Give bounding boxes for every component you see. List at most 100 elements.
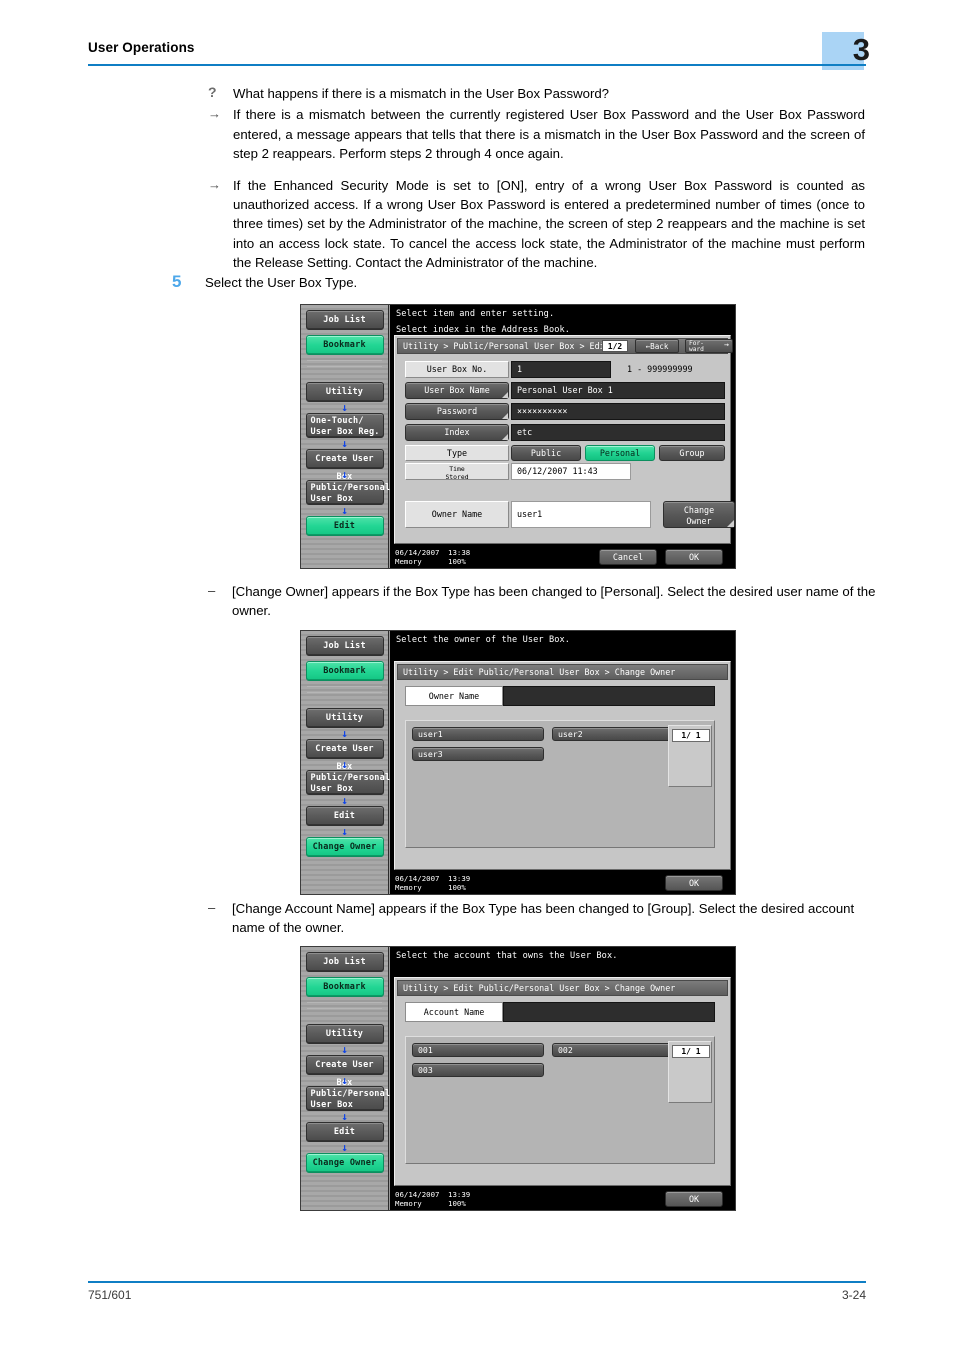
status-date: 06/14/2007 — [395, 548, 440, 557]
status-time: 13:38 — [448, 548, 471, 557]
lcd-message-line-1: Select the account that owns the User Bo… — [396, 951, 618, 961]
type-option-group[interactable]: Group — [659, 445, 725, 461]
sidebar-item-create-user-box[interactable]: Create User Box — [305, 1055, 384, 1088]
breadcrumb-text: Utility > Edit Public/Personal User Box … — [403, 667, 676, 677]
ok-button[interactable]: OK — [665, 549, 723, 565]
sidebar-item-utility[interactable]: Utility — [305, 1024, 384, 1044]
document-page: User Operations 3 ? What happens if ther… — [0, 0, 954, 1350]
qa-question-row: ? What happens if there is a mismatch in… — [205, 84, 865, 103]
lcd-main-area: Select the account that owns the User Bo… — [390, 947, 735, 1210]
question-mark-icon: ? — [208, 84, 217, 100]
status-date: 06/14/2007 — [395, 874, 440, 883]
status-memory-label: Memory — [395, 557, 422, 566]
list-item[interactable]: 001 — [412, 1043, 544, 1057]
sidebar-item-bookmark[interactable]: Bookmark — [305, 977, 384, 997]
list-item[interactable]: 003 — [412, 1063, 544, 1077]
sidebar-item-create-user-box[interactable]: Create User Box — [305, 449, 384, 482]
page-counter-box: 1/ 1 — [668, 1041, 712, 1103]
lcd-sidebar: Job List Bookmark Utility ↓ Create User … — [301, 947, 390, 1210]
arrow-down-icon: ↓ — [341, 468, 348, 481]
arrow-down-icon: ↓ — [341, 1110, 348, 1123]
page-counter: 1/ 1 — [672, 1045, 710, 1058]
cancel-button[interactable]: Cancel — [599, 549, 657, 565]
type-option-personal[interactable]: Personal — [585, 445, 655, 461]
sidebar-divider — [307, 1002, 382, 1003]
arrow-down-icon: ↓ — [341, 401, 348, 414]
footer-model: 751/601 — [88, 1288, 132, 1302]
list-item[interactable]: user1 — [412, 727, 544, 741]
lcd-main-area: Select item and enter setting. Select in… — [390, 305, 735, 568]
field-time-stored: Time Stored 06/12/2007 11:43 — [405, 463, 725, 480]
lcd-sidebar: Job List Bookmark Utility ↓ One-Touch/ U… — [301, 305, 390, 568]
user-box-name-button[interactable]: User Box Name — [405, 382, 509, 399]
header-divider — [88, 64, 866, 66]
sidebar-item-change-owner[interactable]: Change Owner — [305, 837, 384, 857]
breadcrumb-text: Utility > Public/Personal User Box > Edi… — [403, 341, 610, 351]
sidebar-item-create-user-box[interactable]: Create User Box — [305, 739, 384, 772]
lcd-status-bar: 06/14/2007 13:39 Memory 100% OK — [390, 872, 735, 894]
list-item[interactable]: user2 — [552, 727, 684, 741]
sidebar-item-job-list[interactable]: Job List — [305, 310, 384, 330]
list-item[interactable]: user3 — [412, 747, 544, 761]
qa-answer-row-1: → If there is a mismatch between the cur… — [205, 105, 865, 163]
sidebar-divider — [307, 1008, 382, 1009]
qa-answer-row-2: → If the Enhanced Security Mode is set t… — [205, 176, 865, 273]
qa-answer-text-1: If there is a mismatch between the curre… — [233, 107, 865, 162]
sidebar-item-public-personal-user-box[interactable]: Public/Personal User Box — [305, 1086, 390, 1111]
forward-button[interactable]: For- ward → — [685, 339, 733, 353]
user-box-name-value[interactable]: Personal User Box 1 — [511, 382, 725, 399]
sidebar-item-bookmark[interactable]: Bookmark — [305, 335, 384, 355]
type-label: Type — [405, 445, 509, 461]
time-stored-value: 06/12/2007 11:43 — [511, 463, 631, 480]
sidebar-divider — [307, 686, 382, 687]
sidebar-item-one-touch-user-box-reg[interactable]: One-Touch/ User Box Reg. — [305, 413, 384, 438]
page-counter: 1/ 1 — [672, 729, 710, 742]
arrow-right-icon: → — [208, 176, 221, 192]
sidebar-item-edit[interactable]: Edit — [305, 1122, 384, 1142]
forward-button-label: For- ward — [689, 340, 704, 354]
page-counter-box: 1/ 1 — [668, 725, 712, 787]
sidebar-item-edit[interactable]: Edit — [305, 806, 384, 826]
field-index: Index etc — [405, 424, 725, 441]
owner-name-value: user1 — [511, 501, 651, 528]
sidebar-item-public-personal-user-box[interactable]: Public/Personal User Box — [305, 480, 390, 505]
sidebar-item-bookmark[interactable]: Bookmark — [305, 661, 384, 681]
sidebar-item-job-list[interactable]: Job List — [305, 636, 384, 656]
password-button[interactable]: Password — [405, 403, 509, 420]
arrow-down-icon: ↓ — [341, 758, 348, 771]
arrow-right-icon: → — [208, 106, 221, 122]
sidebar-item-public-personal-user-box[interactable]: Public/Personal User Box — [305, 770, 390, 795]
back-button[interactable]: ←Back — [635, 339, 679, 353]
password-value[interactable]: ×××××××××× — [511, 403, 725, 420]
status-memory-value: 100% — [448, 557, 466, 566]
sidebar-item-utility[interactable]: Utility — [305, 708, 384, 728]
page-indicator: 1/2 — [602, 340, 628, 352]
ok-button[interactable]: OK — [665, 875, 723, 891]
lcd-content-panel: Utility > Edit Public/Personal User Box … — [394, 977, 731, 1186]
arrow-down-icon: ↓ — [341, 794, 348, 807]
change-owner-button[interactable]: Change Owner — [663, 501, 735, 528]
sidebar-item-edit[interactable]: Edit — [305, 516, 384, 536]
note-change-account-name-text: [Change Account Name] appears if the Box… — [232, 901, 855, 935]
sidebar-item-utility[interactable]: Utility — [305, 382, 384, 402]
sidebar-item-job-list[interactable]: Job List — [305, 952, 384, 972]
list-item[interactable]: 002 — [552, 1043, 684, 1057]
sidebar-item-change-owner[interactable]: Change Owner — [305, 1153, 384, 1173]
arrow-right-icon: → — [724, 340, 729, 349]
field-password: Password ×××××××××× — [405, 403, 725, 420]
step-instruction: Select the User Box Type. — [205, 275, 358, 290]
sidebar-divider — [307, 360, 382, 361]
owner-name-tab[interactable]: Owner Name — [405, 686, 503, 706]
index-button[interactable]: Index — [405, 424, 509, 441]
arrow-down-icon: ↓ — [341, 1043, 348, 1056]
status-memory-value: 100% — [448, 1199, 466, 1208]
index-value[interactable]: etc — [511, 424, 725, 441]
account-name-tab[interactable]: Account Name — [405, 1002, 503, 1022]
user-box-no-input[interactable]: 1 — [511, 361, 611, 378]
time-stored-label: Time Stored — [405, 463, 509, 480]
ok-button[interactable]: OK — [665, 1191, 723, 1207]
type-option-public[interactable]: Public — [511, 445, 581, 461]
